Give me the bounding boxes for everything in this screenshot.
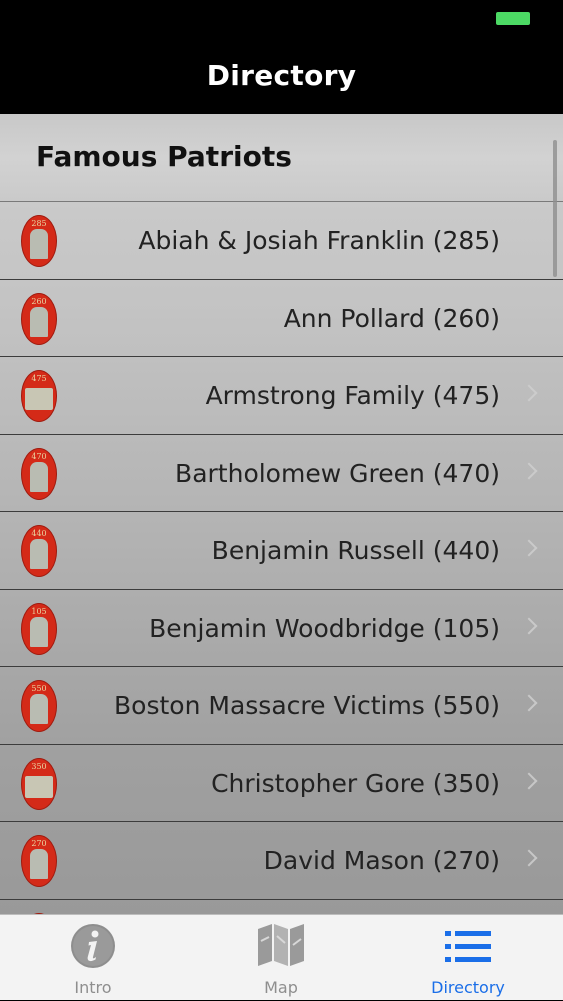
- list-item-label: Ann Pollard (260): [283, 303, 500, 333]
- tab-directory[interactable]: Directory: [398, 915, 538, 1001]
- list-item-label: Bartholomew Green (470): [175, 458, 500, 488]
- tab-bar: Intro Map Directory: [0, 914, 563, 1000]
- list-item-label: David Mason (270): [263, 846, 500, 875]
- thumbnail-number: 270: [31, 839, 47, 848]
- list-item[interactable]: [0, 900, 563, 914]
- scroll-indicator[interactable]: [553, 140, 557, 277]
- thumbnail-number: 350: [31, 761, 47, 771]
- list-item[interactable]: 470 Bartholomew Green (470): [0, 435, 563, 512]
- chevron-right-icon: [520, 694, 538, 712]
- thumbnail-number: 105: [31, 606, 47, 616]
- thumbnail-number: 440: [31, 529, 47, 538]
- gravestone-thumbnail: 475: [21, 370, 57, 422]
- list-item[interactable]: 105 Benjamin Woodbridge (105): [0, 590, 563, 667]
- thumbnail-number: 550: [31, 684, 47, 693]
- gravestone-thumbnail: 470: [21, 447, 57, 500]
- tab-label: Intro: [74, 978, 112, 997]
- list-item-label: Christopher Gore (350): [211, 768, 500, 798]
- list-item-label: Armstrong Family (475): [205, 381, 500, 410]
- tab-map[interactable]: Map: [211, 915, 351, 1001]
- list-item[interactable]: 260 Ann Pollard (260): [0, 280, 563, 357]
- page-title: Directory: [206, 58, 357, 92]
- list-rows: 285 Abiah & Josiah Franklin (285) 260 An…: [0, 202, 563, 914]
- list-item-label: Benjamin Woodbridge (105): [149, 613, 500, 643]
- section-title: Famous Patriots: [36, 140, 292, 173]
- thumbnail-number: 475: [31, 374, 47, 383]
- list-item[interactable]: 550 Boston Massacre Victims (550): [0, 667, 563, 745]
- chevron-right-icon: [520, 539, 538, 557]
- tab-label: Directory: [431, 978, 505, 997]
- list-item[interactable]: 285 Abiah & Josiah Franklin (285): [0, 202, 563, 280]
- thumbnail-number: 260: [31, 296, 47, 306]
- navigation-bar: Directory: [0, 36, 563, 114]
- status-bar: [0, 0, 563, 36]
- gravestone-thumbnail: 440: [21, 525, 57, 577]
- thumbnail-number: 285: [31, 219, 47, 228]
- gravestone-thumbnail: 105: [21, 602, 57, 655]
- chevron-right-icon: [520, 617, 538, 634]
- tab-intro[interactable]: Intro: [23, 915, 163, 1001]
- list-item[interactable]: 440 Benjamin Russell (440): [0, 512, 563, 590]
- section-header: Famous Patriots: [0, 114, 563, 202]
- chevron-right-icon: [520, 772, 538, 789]
- battery-icon: [496, 12, 530, 25]
- chevron-right-icon: [520, 462, 538, 479]
- chevron-right-icon: [520, 384, 538, 402]
- list-item-label: Abiah & Josiah Franklin (285): [138, 226, 500, 255]
- gravestone-thumbnail: 270: [21, 835, 57, 887]
- list-item-label: Boston Massacre Victims (550): [114, 691, 500, 720]
- info-icon: [71, 924, 115, 968]
- gravestone-thumbnail: 285: [21, 215, 57, 267]
- gravestone-thumbnail: 350: [21, 757, 57, 810]
- thumbnail-number: 470: [31, 451, 47, 461]
- gravestone-thumbnail: 260: [21, 292, 57, 345]
- list-item-label: Benjamin Russell (440): [211, 536, 500, 565]
- list-item[interactable]: 270 David Mason (270): [0, 822, 563, 900]
- tab-label: Map: [264, 978, 298, 997]
- list-item[interactable]: 350 Christopher Gore (350): [0, 745, 563, 822]
- gravestone-thumbnail: 550: [21, 680, 57, 732]
- list-icon: [445, 931, 491, 962]
- chevron-right-icon: [520, 849, 538, 867]
- map-icon: [258, 924, 304, 966]
- directory-list[interactable]: Famous Patriots 285 Abiah & Josiah Frank…: [0, 114, 563, 914]
- list-item[interactable]: 475 Armstrong Family (475): [0, 357, 563, 435]
